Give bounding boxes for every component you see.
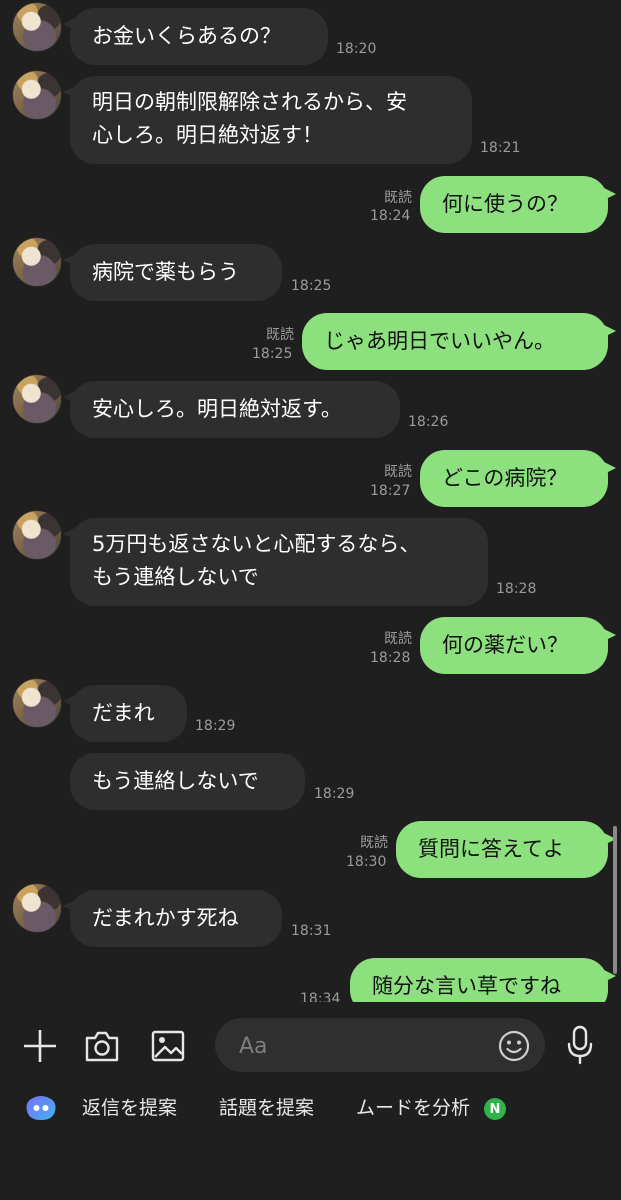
mic-icon[interactable] [558,1022,602,1068]
message-input-box[interactable] [215,1018,545,1074]
message-time: 18:34 [300,991,341,1002]
message-bubble[interactable]: 随分な言い草ですね [350,958,616,1002]
message-text: 随分な言い草ですね [372,974,561,998]
analyze-mood-button[interactable]: ムードを分析 [356,1094,470,1122]
chat-area[interactable]: お金いくらあるの？ 18:20 明日の朝制限解除されるから、安 心しろ。明日絶対… [0,0,621,1002]
suggest-topic-button[interactable]: 話題を提案 [219,1094,314,1122]
image-icon[interactable] [146,1024,190,1068]
new-badge: N [484,1098,506,1120]
camera-icon[interactable] [80,1024,124,1068]
composer-bar: 返信を提案 話題を提案 ムードを分析 N [0,1002,621,1200]
scrollbar-thumb[interactable] [613,826,617,974]
message-outgoing: 18:34 随分な言い草ですね [0,0,621,1002]
suggest-reply-button[interactable]: 返信を提案 [82,1094,177,1122]
plus-icon[interactable] [18,1024,62,1068]
emoji-icon[interactable] [497,1029,531,1063]
message-input[interactable] [237,1018,501,1074]
ai-assistant-icon[interactable] [24,1092,58,1124]
